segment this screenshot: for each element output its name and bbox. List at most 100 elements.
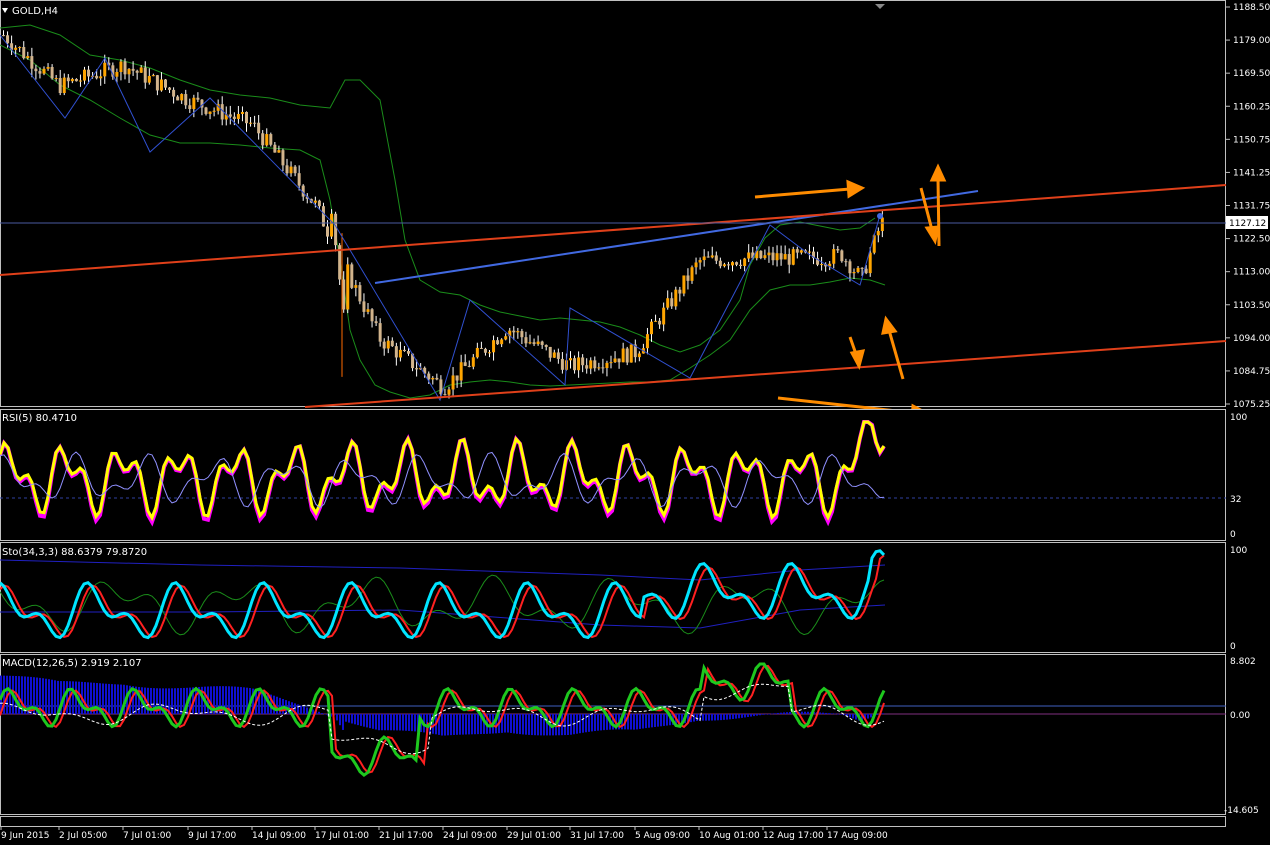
price-pane[interactable]: GOLD,H4	[0, 0, 1227, 423]
macd-histogram-bar	[777, 712, 779, 714]
macd-histogram-bar	[378, 714, 380, 731]
macd-histogram-bar	[717, 714, 719, 721]
candle-body	[617, 358, 621, 363]
macd-histogram-bar	[399, 714, 401, 731]
candle-body	[767, 252, 771, 256]
macd-histogram-bar	[741, 714, 743, 718]
stochastic-title: Sto(34,3,3) 88.6379 79.8720	[2, 547, 147, 558]
macd-tick-zero: 0.00	[1230, 711, 1250, 721]
macd-histogram-bar	[111, 684, 113, 714]
macd-histogram-bar	[279, 697, 281, 714]
macd-histogram-bar	[519, 714, 521, 735]
macd-histogram-bar	[882, 713, 884, 714]
macd-histogram-bar	[633, 714, 635, 730]
macd-histogram-bar	[117, 684, 119, 714]
candle-body	[516, 331, 520, 333]
candle-body	[317, 200, 321, 207]
candle-body	[743, 258, 747, 267]
candle-body	[240, 111, 244, 114]
candle-body	[650, 321, 653, 335]
macd-histogram-bar	[771, 713, 773, 715]
macd-histogram-bar	[321, 713, 323, 714]
macd-histogram-bar	[54, 680, 56, 714]
price-tick-label: 1094.00	[1233, 334, 1270, 344]
macd-histogram-bar	[738, 714, 740, 719]
candle-body	[488, 352, 491, 354]
stochastic-pane[interactable]: Sto(34,3,3) 88.6379 79.8720 100 0	[0, 542, 1247, 653]
macd-histogram-bar	[231, 686, 233, 714]
macd-histogram-bar	[468, 714, 470, 735]
time-tick-label: 9 Jun 2015	[1, 831, 49, 841]
macd-histogram-bar	[720, 714, 722, 721]
candle-body	[127, 68, 131, 75]
candle-body	[670, 298, 674, 307]
candle-body	[718, 260, 722, 267]
rsi-tick-0: 0	[1230, 530, 1236, 540]
macd-histogram-bar	[474, 714, 476, 735]
candle-body	[58, 78, 62, 94]
price-tick-label: 1160.25	[1233, 102, 1270, 112]
macd-histogram-bar	[645, 714, 647, 729]
macd-pane[interactable]: MACD(12,26,5) 2.919 2.107 8.802 0.00 -14…	[0, 654, 1259, 817]
time-axis[interactable]: 9 Jun 2015 2 Jul 05:00 7 Jul 01:00 9 Jul 17…	[0, 826, 888, 841]
candle-body	[876, 231, 880, 236]
macd-histogram-bar	[360, 714, 362, 726]
macd-histogram-bar	[822, 712, 824, 714]
trading-chart-window[interactable]: GOLD,H4 1188.501179.001169.501160.251150…	[0, 0, 1270, 845]
candle-body	[779, 253, 783, 260]
candle-body	[775, 253, 779, 261]
macd-histogram-bar	[756, 714, 758, 716]
price-tick-label: 1113.00	[1233, 268, 1270, 278]
macd-tick-max: 8.802	[1230, 657, 1256, 667]
candle-body	[30, 56, 34, 69]
candle-body	[621, 348, 625, 363]
macd-histogram-bar	[723, 714, 725, 720]
candle-body	[46, 66, 50, 69]
price-axis[interactable]: 1188.50 1179.00 1169.50 1160.25 1150.75 1141.…	[1226, 3, 1270, 410]
macd-histogram-bar	[630, 714, 632, 730]
candle-body	[658, 320, 662, 325]
candle-body	[609, 362, 613, 364]
price-pane-frame	[0, 0, 1226, 407]
candle-body	[479, 347, 483, 349]
candle-body	[714, 255, 718, 261]
symbol-title: GOLD,H4	[12, 6, 58, 17]
candle-body	[297, 173, 301, 186]
macd-histogram-bar	[825, 712, 827, 714]
candle-body	[103, 62, 107, 77]
candle-body	[645, 334, 649, 349]
candle-body	[548, 346, 552, 358]
candle-body	[678, 289, 682, 294]
candle-body	[83, 69, 86, 81]
time-tick-label: 9 Jul 17:00	[188, 831, 237, 841]
candle-body	[731, 262, 734, 266]
candle-body	[447, 389, 451, 395]
candle-body	[50, 66, 54, 79]
macd-histogram-bar	[45, 678, 47, 714]
macd-histogram-bar	[369, 714, 371, 729]
macd-histogram-bar	[750, 714, 752, 717]
candle-body	[759, 250, 763, 259]
rsi-pane[interactable]: RSI(5) 80.4710 100 32 0	[0, 409, 1247, 541]
candle-body	[435, 377, 439, 380]
candle-body	[390, 340, 394, 347]
candle-body	[155, 75, 159, 91]
candle-body	[795, 249, 799, 253]
candle-body	[459, 362, 463, 381]
macd-histogram-bar	[405, 714, 407, 731]
candle-body	[694, 262, 698, 268]
candle-body	[350, 264, 354, 288]
macd-histogram-bar	[408, 714, 410, 731]
macd-histogram-bar	[381, 714, 383, 731]
macd-histogram-bar	[576, 714, 578, 734]
candle-body	[273, 144, 277, 153]
candle-body	[868, 252, 872, 274]
candle-body	[366, 309, 370, 312]
macd-histogram-bar	[534, 714, 536, 736]
candle-body	[864, 268, 868, 274]
candle-body	[346, 264, 350, 310]
candle-body	[783, 254, 787, 260]
macd-histogram-bar	[642, 714, 644, 729]
macd-histogram-bar	[807, 711, 809, 714]
candle-body	[2, 35, 5, 37]
